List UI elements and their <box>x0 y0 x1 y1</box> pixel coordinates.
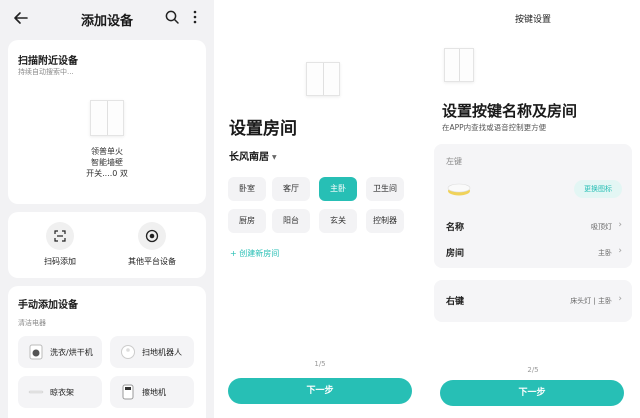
change-icon-button[interactable]: 更换图标 <box>574 180 622 198</box>
step-indicator: 1/5 <box>314 360 326 368</box>
page-title: 添加设备 <box>80 14 133 29</box>
category-label: 清洁电器 <box>18 319 46 327</box>
wall-switch-image <box>444 48 474 82</box>
step-indicator: 2/5 <box>527 366 539 374</box>
room-option[interactable]: 厨房 <box>228 209 266 233</box>
device-tile-robot-vacuum[interactable]: 扫地机器人 <box>110 336 194 368</box>
room-option-selected[interactable]: 主卧 <box>319 177 357 201</box>
section-description: 在APP内查找或语音控制更方便 <box>442 123 547 132</box>
device-tile-washer[interactable]: 洗衣/烘干机 <box>18 336 102 368</box>
room-option[interactable]: 阳台 <box>272 209 310 233</box>
room-option[interactable]: 卫生间 <box>366 177 404 201</box>
add-methods-card: 扫码添加 其他平台设备 <box>8 212 206 278</box>
scan-add-button[interactable]: 扫码添加 <box>20 222 100 267</box>
robot-vacuum-icon <box>121 345 135 359</box>
set-room-screen: 设置房间 长风南居 ▼ 卧室 客厅 主卧 卫生间 厨房 阳台 玄关 控制器 + 创… <box>214 0 426 418</box>
create-room-link[interactable]: + 创建新房间 <box>230 248 279 259</box>
room-row[interactable]: 房间 主卧 › <box>446 246 622 260</box>
add-device-screen: 添加设备 扫描附近设备 持续自动搜索中... 领普单火 智能墙壁 开关....0… <box>0 0 214 418</box>
name-row[interactable]: 名称 吸顶灯 › <box>446 220 622 234</box>
room-option[interactable]: 客厅 <box>272 177 310 201</box>
next-step-button[interactable]: 下一步 <box>228 378 412 404</box>
washer-icon <box>29 344 43 360</box>
page-title: 设置房间 <box>229 119 297 139</box>
section-heading: 设置按键名称及房间 <box>442 102 578 120</box>
manual-title: 手动添加设备 <box>18 300 78 311</box>
page-title: 按键设置 <box>514 15 551 25</box>
room-option[interactable]: 卧室 <box>228 177 266 201</box>
search-icon[interactable] <box>164 9 180 25</box>
right-key-value: 床头灯 | 主卧 <box>570 297 612 305</box>
chevron-right-icon: › <box>618 294 622 304</box>
clothes-rack-icon <box>28 390 44 394</box>
top-bar: 添加设备 <box>0 0 214 36</box>
scan-subtitle: 持续自动搜索中... <box>18 68 74 76</box>
device-tile-clothes-rack[interactable]: 晾衣架 <box>18 376 102 408</box>
right-key-label: 右键 <box>446 297 465 307</box>
more-vertical-icon[interactable] <box>190 9 200 25</box>
key-settings-screen: 按键设置 设置按键名称及房间 在APP内查找或语音控制更方便 左键 更换图标 名… <box>426 0 640 418</box>
chevron-right-icon: › <box>618 246 622 256</box>
chevron-right-icon: › <box>618 220 622 230</box>
scan-nearby-card: 扫描附近设备 持续自动搜索中... 领普单火 智能墙壁 开关....0 双 <box>8 40 206 204</box>
wall-switch-image <box>306 62 340 96</box>
floor-mop-icon <box>122 384 134 400</box>
scan-icon <box>54 230 66 242</box>
wall-switch-image[interactable] <box>90 100 124 136</box>
left-key-card: 左键 更换图标 名称 吸顶灯 › 房间 主卧 › <box>434 144 632 268</box>
room-option[interactable]: 玄关 <box>319 209 357 233</box>
scan-title: 扫描附近设备 <box>18 56 78 67</box>
left-key-label: 左键 <box>446 157 462 166</box>
right-key-card[interactable]: 右键 床头灯 | 主卧 › <box>434 280 632 322</box>
other-platform-button[interactable]: 其他平台设备 <box>112 222 192 267</box>
device-tile-floor-mop[interactable]: 擦地机 <box>110 376 194 408</box>
ceiling-lamp-icon <box>447 183 471 196</box>
room-option[interactable]: 控制器 <box>366 209 404 233</box>
caret-down-icon: ▼ <box>272 153 277 161</box>
home-selector[interactable]: 长风南居 ▼ <box>229 148 277 163</box>
next-step-button[interactable]: 下一步 <box>440 380 624 406</box>
manual-add-card: 手动添加设备 清洁电器 洗衣/烘干机 扫地机器人 晾衣架 擦地机 <box>8 286 206 418</box>
target-icon <box>145 229 159 243</box>
found-device-name[interactable]: 领普单火 智能墙壁 开关....0 双 <box>8 146 206 179</box>
